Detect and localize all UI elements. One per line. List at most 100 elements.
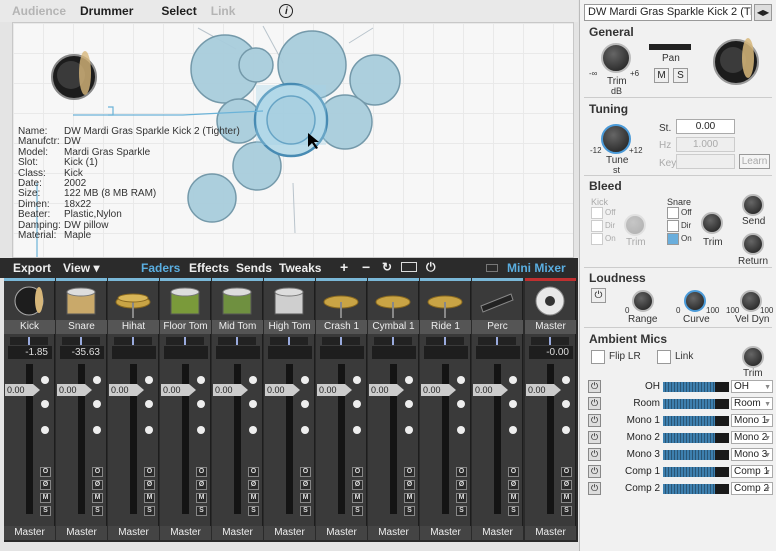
channel-volume-readout[interactable]: -0.00 [529,346,573,359]
mic-output-dropdown[interactable]: Mono 1 [731,414,773,427]
mic-output-dropdown[interactable]: Comp 2 [731,482,773,495]
output-selector[interactable]: Master [316,526,367,540]
send-dot[interactable] [41,426,49,434]
send-dot[interactable] [93,426,101,434]
channel-name[interactable]: Kick [4,320,55,334]
high-tom-icon[interactable] [269,284,309,318]
strip-button[interactable]: Ø [508,480,519,490]
remove-channel-button[interactable]: − [362,259,370,275]
fader-handle[interactable]: 0.00 [369,384,404,396]
strip-button[interactable]: Ø [92,480,103,490]
send-dot[interactable] [353,376,361,384]
send-dot[interactable] [457,400,465,408]
strip-button[interactable]: M [300,493,311,503]
fader-handle[interactable]: 0.00 [473,384,508,396]
strip-button[interactable]: O [456,467,467,477]
fader-handle[interactable]: 0.00 [526,384,561,396]
mic-output-dropdown[interactable]: Comp 1 [731,465,773,478]
mic-power-icon[interactable]: ⏻ [588,380,601,393]
output-selector[interactable]: Master [525,526,576,540]
pan-slider[interactable] [62,337,100,345]
output-selector[interactable]: Master [420,526,471,540]
channel-volume-readout[interactable] [372,346,416,359]
add-channel-button[interactable]: + [340,259,348,275]
pan-slider[interactable] [531,337,569,345]
channel-volume-readout[interactable] [424,346,468,359]
channel-name[interactable]: Crash 1 [316,320,367,334]
channel-name[interactable]: Perc [472,320,523,334]
send-dot[interactable] [562,376,570,384]
tab-faders[interactable]: Faders [141,261,180,275]
mic-power-icon[interactable]: ⏻ [588,431,601,444]
strip-button[interactable]: Ø [352,480,363,490]
strip-button[interactable]: S [300,506,311,516]
instrument-selector[interactable]: DW Mardi Gras Sparkle Kick 2 (Tighter) [584,4,752,21]
strip-button[interactable]: Ø [456,480,467,490]
strip-button[interactable]: Ø [40,480,51,490]
pan-slider[interactable] [10,337,48,345]
snare-off-checkbox[interactable] [667,207,679,219]
send-dot[interactable] [145,426,153,434]
tab-audience[interactable]: Audience [12,4,66,18]
strip-button[interactable]: M [352,493,363,503]
channel-name[interactable]: Mid Tom [212,320,263,334]
send-dot[interactable] [145,400,153,408]
solo-button[interactable]: S [673,68,688,83]
fader-handle[interactable]: 0.00 [421,384,456,396]
drum-kit-view[interactable]: Name: DW Mardi Gras Sparkle Kick 2 (Tight… [12,22,574,258]
info-icon[interactable]: i [279,4,294,18]
strip-button[interactable]: Ø [404,480,415,490]
mid-tom-icon[interactable] [217,284,257,318]
snare-dir-checkbox[interactable] [667,220,679,232]
hz-field[interactable]: 1.000 [676,137,735,152]
mute-button[interactable]: M [654,68,669,83]
send-dot[interactable] [197,400,205,408]
strip-button[interactable]: S [352,506,363,516]
fader-handle[interactable]: 0.00 [161,384,196,396]
return-knob[interactable] [742,233,764,255]
strip-button[interactable]: O [404,467,415,477]
crash-cymbal-icon[interactable] [321,284,361,318]
tab-link[interactable]: Link [211,4,236,18]
pan-slider[interactable] [270,337,308,345]
send-dot[interactable] [301,376,309,384]
send-dot[interactable] [249,400,257,408]
strip-button[interactable]: S [196,506,207,516]
tab-tweaks[interactable]: Tweaks [279,261,321,275]
mic-level-meter[interactable] [663,399,729,409]
strip-button[interactable]: M [40,493,51,503]
strip-button[interactable]: S [92,506,103,516]
strip-button[interactable]: Ø [144,480,155,490]
learn-button[interactable]: Learn [739,154,770,169]
curve-knob[interactable] [684,290,706,312]
channel-name[interactable]: Ride 1 [420,320,471,334]
send-dot[interactable] [562,400,570,408]
output-selector[interactable]: Master [56,526,107,540]
floor-tom-icon[interactable] [165,284,205,318]
send-dot[interactable] [457,376,465,384]
mic-output-dropdown[interactable]: Mono 3 [731,448,773,461]
mic-output-dropdown[interactable]: Room [731,397,773,410]
tune-knob[interactable] [601,124,631,154]
send-dot[interactable] [249,376,257,384]
strip-button[interactable]: O [92,467,103,477]
mic-level-meter[interactable] [663,450,729,460]
kick-on-checkbox[interactable] [591,233,603,245]
send-knob[interactable] [742,194,764,216]
strip-button[interactable]: M [456,493,467,503]
strip-button[interactable]: S [561,506,572,516]
strip-button[interactable]: O [508,467,519,477]
strip-button[interactable]: M [248,493,259,503]
pan-slider[interactable] [322,337,360,345]
pan-slider[interactable] [478,337,516,345]
percussion-icon[interactable] [477,284,517,318]
kick-off-checkbox[interactable] [591,207,603,219]
strip-button[interactable]: O [300,467,311,477]
channel-name[interactable]: High Tom [264,320,315,334]
speaker-icon[interactable] [530,284,570,318]
mic-output-dropdown[interactable]: Mono 2 [731,431,773,444]
mic-level-meter[interactable] [663,433,729,443]
tab-sends[interactable]: Sends [236,261,272,275]
output-selector[interactable]: Master [472,526,523,540]
send-dot[interactable] [301,400,309,408]
